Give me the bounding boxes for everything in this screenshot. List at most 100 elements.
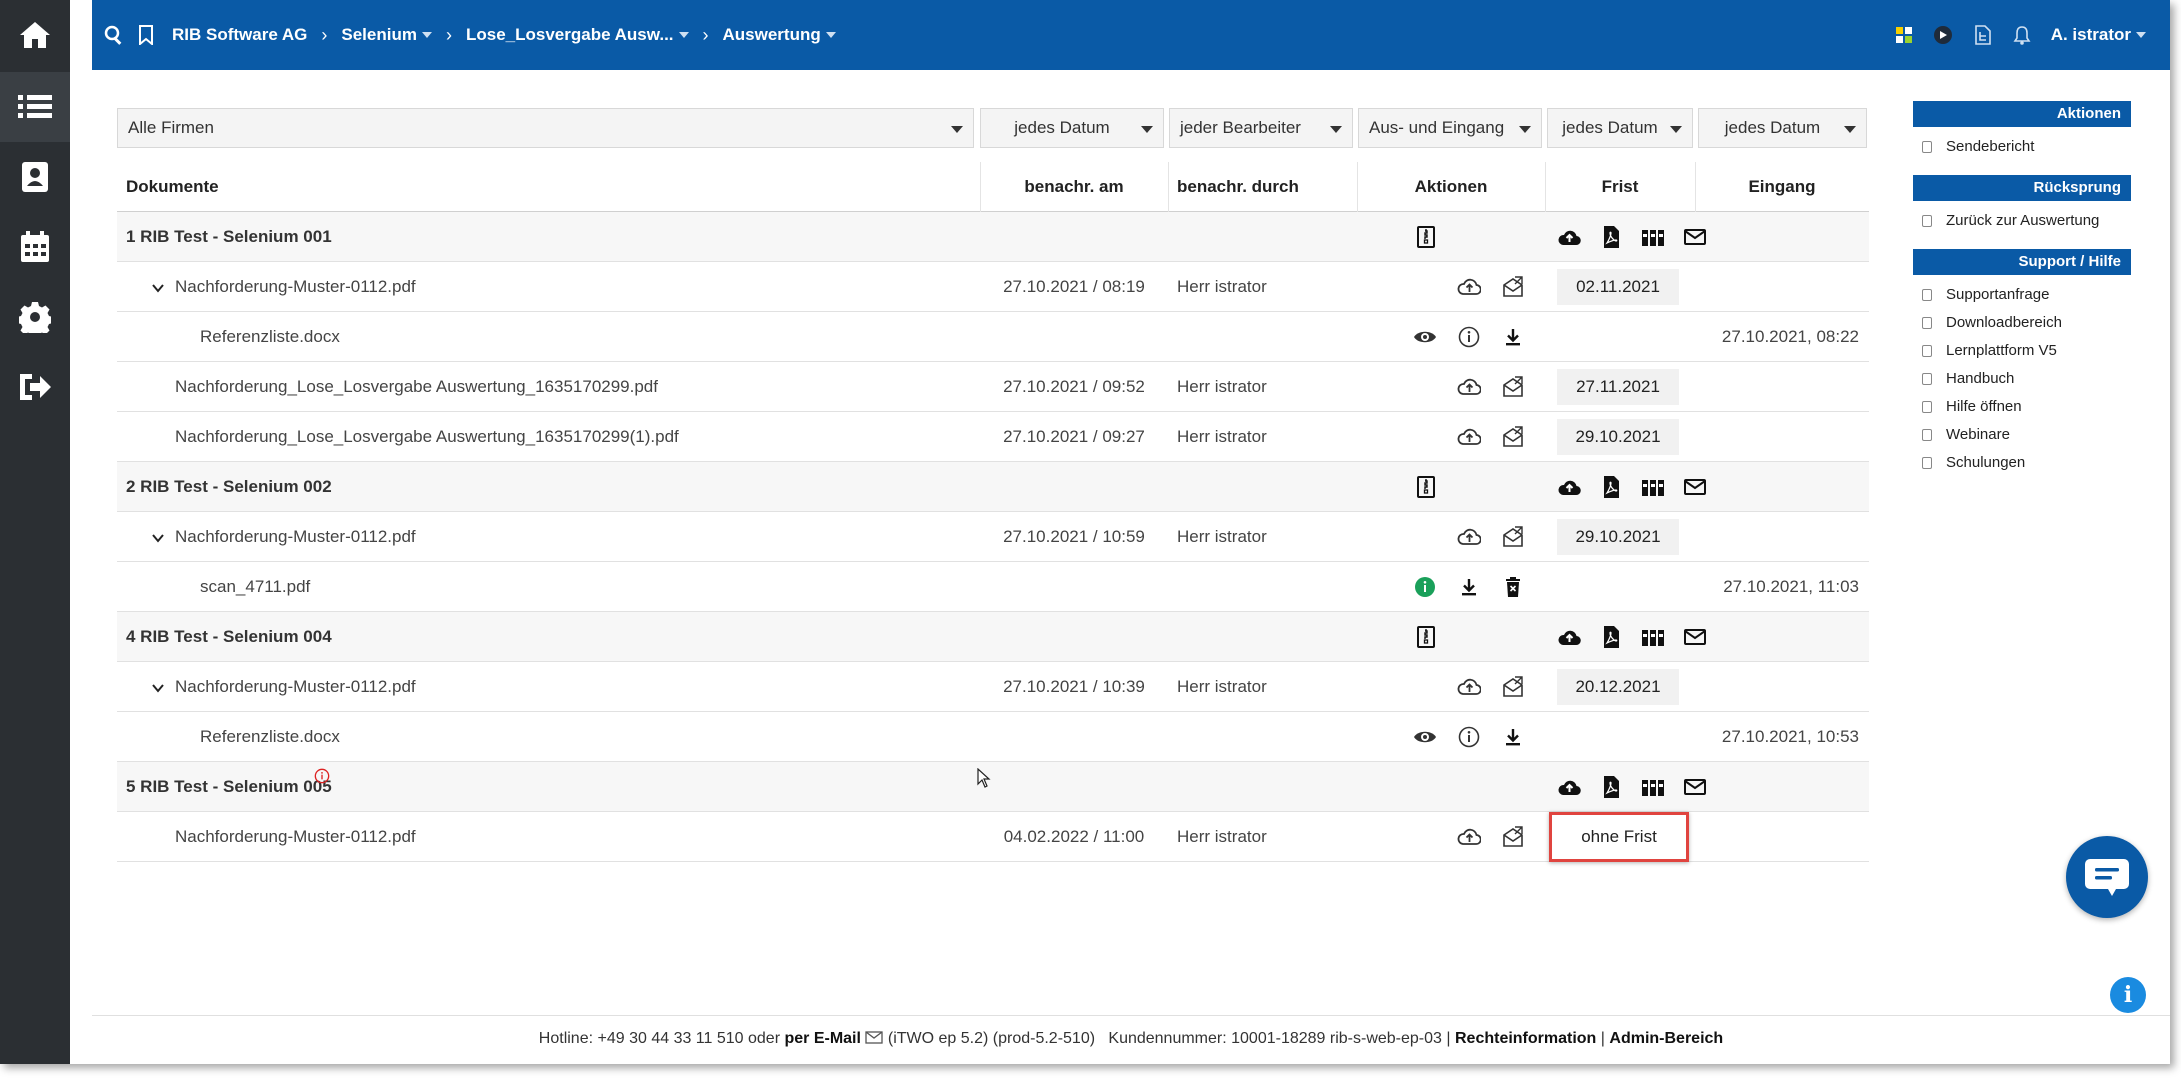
panel-link[interactable]: Downloadbereich	[1913, 309, 2131, 337]
date-filter[interactable]: jedes Datum	[980, 108, 1164, 148]
panel-link[interactable]: Lernplattform V5	[1913, 337, 2131, 365]
bidder-group-row[interactable]: 2 RIB Test - Selenium 002	[117, 462, 1869, 512]
upload-icon[interactable]	[1457, 425, 1482, 449]
document-row[interactable]: Nachforderung-Muster-0112.pdf 04.02.2022 …	[117, 812, 1869, 862]
archive-icon[interactable]	[1641, 775, 1665, 799]
attachment-row[interactable]: Referenzliste.docx 27.10.2021, 10:53	[117, 712, 1869, 762]
attachment-row[interactable]: Referenzliste.docx 27.10.2021, 08:22	[117, 312, 1869, 362]
archive-icon[interactable]	[1641, 475, 1665, 499]
panel-link[interactable]: Sendebericht	[1913, 133, 2131, 161]
header-documents[interactable]: Dokumente	[126, 162, 219, 212]
pdf-icon[interactable]	[1599, 625, 1623, 649]
list-button[interactable]	[0, 72, 70, 142]
receipt-date-filter[interactable]: jedes Datum	[1698, 108, 1867, 148]
info-button[interactable]: i	[2110, 977, 2146, 1013]
header-receipt[interactable]: Eingang	[1695, 162, 1869, 212]
bidder-group-row[interactable]: 1 RIB Test - Selenium 001	[117, 212, 1869, 262]
panel-link[interactable]: Supportanfrage	[1913, 281, 2131, 309]
send-mail-icon[interactable]	[1501, 675, 1525, 699]
footer-email-link[interactable]: per E-Mail	[784, 1030, 860, 1047]
document-row[interactable]: Nachforderung_Lose_Losvergabe Auswertung…	[117, 362, 1869, 412]
breadcrumb-evaluation[interactable]: Auswertung	[723, 25, 836, 45]
settings-button[interactable]	[0, 282, 70, 352]
zip-icon[interactable]	[1414, 225, 1438, 249]
upload-icon[interactable]	[1557, 475, 1581, 499]
deadline-date-filter[interactable]: jedes Datum	[1547, 108, 1693, 148]
document-row[interactable]: Nachforderung_Lose_Losvergabe Auswertung…	[117, 412, 1869, 462]
pdf-icon[interactable]	[1599, 775, 1623, 799]
status-icon[interactable]	[1933, 25, 1953, 45]
send-mail-icon[interactable]	[1501, 825, 1525, 849]
contacts-button[interactable]	[0, 142, 70, 212]
more-dots-icon[interactable]: · · ·	[76, 7, 83, 45]
panel-link[interactable]: Handbuch	[1913, 365, 2131, 393]
info-icon[interactable]	[1413, 575, 1437, 599]
archive-icon[interactable]	[1641, 225, 1665, 249]
bookmark-button[interactable]	[138, 25, 154, 45]
firm-filter[interactable]: Alle Firmen	[117, 108, 974, 148]
upload-icon[interactable]	[1557, 225, 1581, 249]
breadcrumb-company[interactable]: RIB Software AG	[172, 25, 307, 45]
breadcrumb-lot[interactable]: Lose_Losvergabe Ausw...	[466, 25, 689, 45]
mail-icon[interactable]	[1683, 225, 1707, 249]
deadline-value[interactable]: 29.10.2021	[1557, 519, 1679, 555]
document-row[interactable]: Nachforderung-Muster-0112.pdf 27.10.2021 …	[117, 512, 1869, 562]
mail-icon[interactable]	[1683, 625, 1707, 649]
attachment-row[interactable]: scan_4711.pdf 27.10.2021, 11:03	[117, 562, 1869, 612]
zip-icon[interactable]	[1414, 475, 1438, 499]
deadline-value[interactable]: 20.12.2021	[1557, 669, 1679, 705]
footer-admin-link[interactable]: Admin-Bereich	[1609, 1030, 1723, 1047]
mail-icon[interactable]	[1683, 475, 1707, 499]
home-button[interactable]	[0, 0, 70, 70]
header-notified-at[interactable]: benachr. am	[980, 162, 1168, 212]
calendar-button[interactable]	[0, 212, 70, 282]
info-icon[interactable]	[1457, 725, 1481, 749]
breadcrumb-project[interactable]: Selenium	[341, 25, 432, 45]
delete-icon[interactable]	[1501, 575, 1525, 599]
direction-filter[interactable]: Aus- und Eingang	[1358, 108, 1542, 148]
pdf-icon[interactable]	[1599, 475, 1623, 499]
bidder-group-row[interactable]: 5 RIB Test - Selenium 005	[117, 762, 1869, 812]
editor-filter[interactable]: jeder Bearbeiter	[1169, 108, 1353, 148]
eye-icon[interactable]	[1413, 725, 1437, 749]
document-row[interactable]: Nachforderung-Muster-0112.pdf 27.10.2021 …	[117, 662, 1869, 712]
upload-icon[interactable]	[1457, 275, 1482, 299]
download-icon[interactable]	[1501, 725, 1525, 749]
eye-icon[interactable]	[1413, 325, 1437, 349]
chevron-down-icon[interactable]	[151, 680, 165, 694]
deadline-value[interactable]: ohne Frist	[1549, 812, 1689, 862]
upload-icon[interactable]	[1457, 825, 1482, 849]
footer-legal-link[interactable]: Rechteinformation	[1455, 1030, 1596, 1047]
panel-link[interactable]: Hilfe öffnen	[1913, 393, 2131, 421]
panel-link[interactable]: Zurück zur Auswertung	[1913, 207, 2131, 235]
download-icon[interactable]	[1457, 575, 1481, 599]
chevron-down-icon[interactable]	[151, 530, 165, 544]
chevron-down-icon[interactable]	[151, 280, 165, 294]
deadline-value[interactable]: 27.11.2021	[1557, 369, 1679, 405]
send-mail-icon[interactable]	[1501, 425, 1525, 449]
chat-button[interactable]	[2066, 836, 2148, 918]
pdf-icon[interactable]	[1599, 225, 1623, 249]
upload-icon[interactable]	[1557, 625, 1581, 649]
upload-icon[interactable]	[1457, 525, 1482, 549]
deadline-value[interactable]: 29.10.2021	[1557, 419, 1679, 455]
send-mail-icon[interactable]	[1501, 525, 1525, 549]
archive-icon[interactable]	[1641, 625, 1665, 649]
zip-icon[interactable]	[1414, 625, 1438, 649]
logout-button[interactable]	[0, 352, 70, 422]
header-deadline[interactable]: Frist	[1545, 162, 1695, 212]
warning-info-icon[interactable]	[314, 768, 330, 784]
panel-link[interactable]: Webinare	[1913, 421, 2131, 449]
search-button[interactable]	[104, 25, 124, 45]
header-notified-by[interactable]: benachr. durch	[1177, 162, 1299, 212]
info-icon[interactable]	[1457, 325, 1481, 349]
send-mail-icon[interactable]	[1501, 375, 1525, 399]
mail-icon[interactable]	[1683, 775, 1707, 799]
apps-icon[interactable]	[1895, 26, 1913, 44]
upload-icon[interactable]	[1457, 675, 1482, 699]
send-mail-icon[interactable]	[1501, 275, 1525, 299]
upload-icon[interactable]	[1557, 775, 1581, 799]
bell-icon[interactable]	[2013, 25, 2031, 45]
download-icon[interactable]	[1501, 325, 1525, 349]
bidder-group-row[interactable]: 4 RIB Test - Selenium 004	[117, 612, 1869, 662]
